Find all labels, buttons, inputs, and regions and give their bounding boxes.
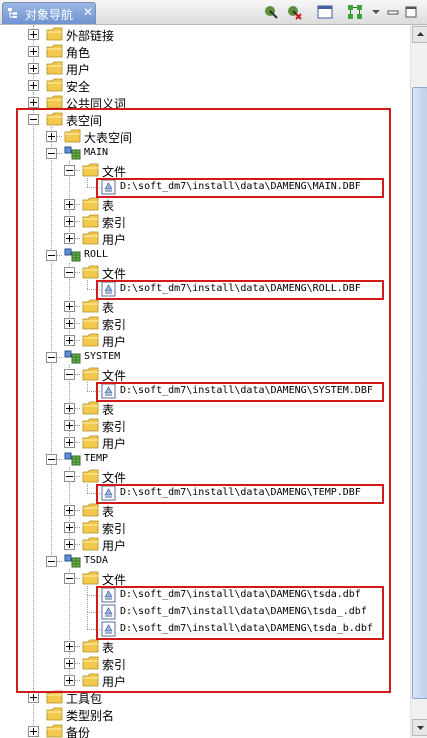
highlight-box — [16, 108, 391, 693]
expand-toggle[interactable] — [28, 46, 39, 57]
navigator-icon — [8, 8, 17, 18]
expand-toggle[interactable] — [28, 726, 39, 737]
scroll-thumb[interactable] — [412, 87, 427, 699]
tree-item-label: 类型别名 — [66, 709, 115, 723]
object-navigator-tab[interactable]: 对象导航 ✕ — [2, 2, 96, 24]
tree-icon[interactable] — [346, 3, 364, 21]
expand-toggle[interactable] — [28, 29, 39, 40]
vertical-scrollbar[interactable] — [410, 25, 427, 738]
expand-toggle[interactable] — [28, 692, 39, 703]
tree-item-label: 用户 — [66, 63, 91, 77]
disconnect-icon[interactable] — [285, 3, 303, 21]
arrow-down-icon — [417, 726, 424, 730]
expand-toggle[interactable] — [28, 63, 39, 74]
connect-icon[interactable] — [262, 3, 280, 21]
arrow-up-icon — [417, 32, 424, 36]
scroll-down-button[interactable] — [412, 719, 427, 736]
tab-title: 对象导航 — [25, 8, 74, 22]
expand-toggle[interactable] — [28, 80, 39, 91]
tree-item-label: 外部链接 — [66, 29, 115, 43]
maximize-icon[interactable] — [404, 3, 418, 21]
minimize-icon[interactable] — [386, 3, 400, 21]
close-icon[interactable]: ✕ — [83, 5, 93, 19]
window-icon[interactable] — [316, 3, 334, 21]
tree-item-label: 角色 — [66, 46, 91, 60]
scroll-up-button[interactable] — [412, 26, 427, 43]
view-titlebar: 对象导航 ✕ — [0, 0, 427, 25]
tree-item-label: 备份 — [66, 726, 91, 738]
tree-item-label: 安全 — [66, 80, 91, 94]
folder-icon — [46, 723, 64, 738]
view-menu-icon[interactable] — [370, 3, 382, 21]
object-tree: 外部链接 角色 用户 安全 公共同义词 表空间 大表空间 MAIN 文件 D:\soft_dm7\… — [0, 25, 410, 738]
expand-toggle[interactable] — [28, 97, 39, 108]
